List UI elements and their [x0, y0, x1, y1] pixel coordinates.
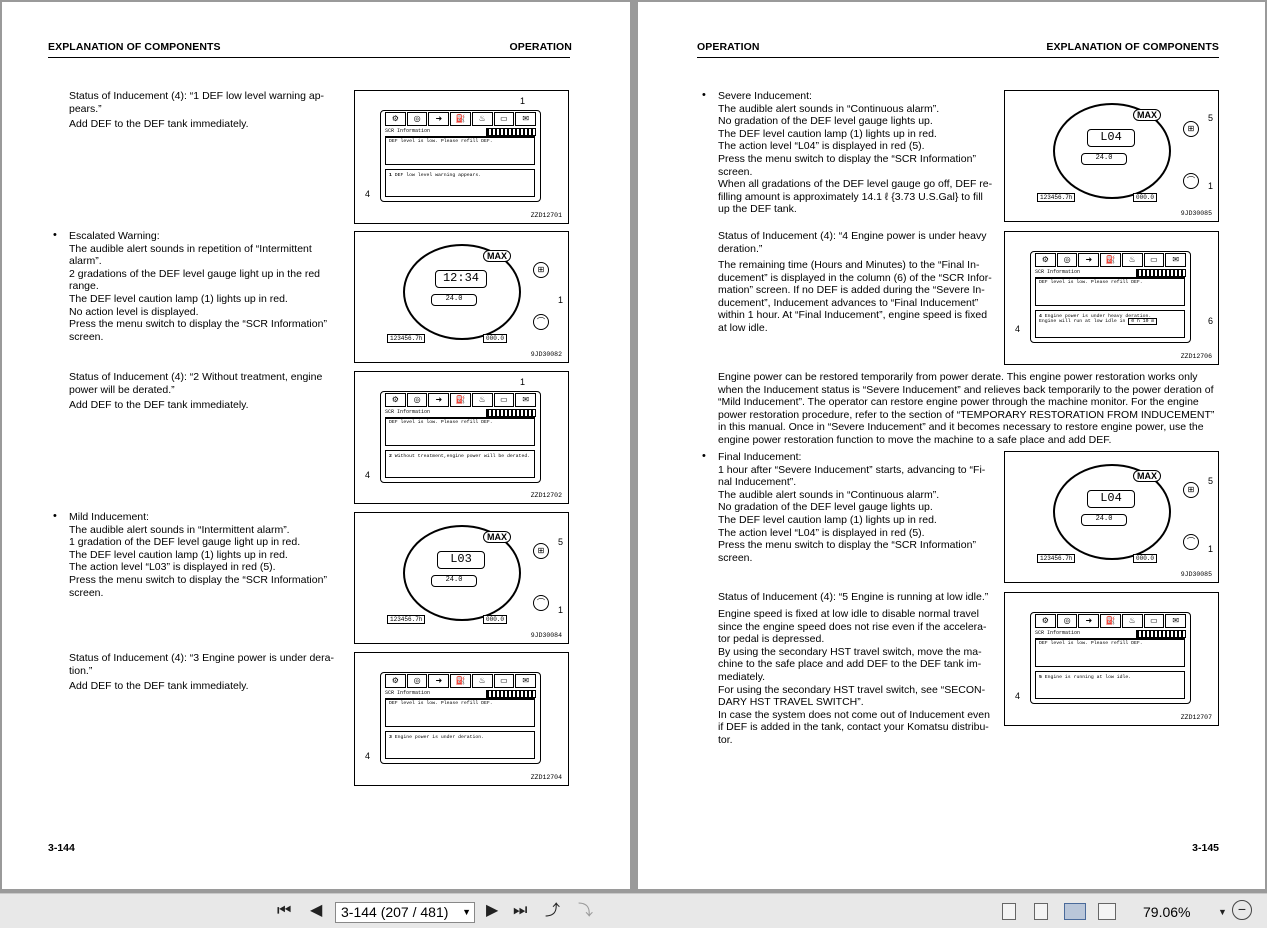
scr-status: 2 Without treatment,engine power will be… [385, 450, 535, 478]
header-rule [48, 57, 570, 58]
section-status-5: Status of Inducement (4): “5 Engine is r… [718, 591, 989, 603]
scr-message: DEF level is low. Please refill DEF. [385, 137, 535, 165]
hour-meter: 123456.7h [1037, 193, 1076, 202]
bullet: • [702, 450, 706, 462]
section-severe-inducement: Severe Inducement: The audible alert soun… [718, 90, 993, 216]
page-right: OPERATION EXPLANATION OF COMPONENTS • Se… [638, 2, 1265, 889]
zoom-level[interactable]: 79.06% [1143, 904, 1190, 920]
chevron-down-icon[interactable]: ▼ [462, 903, 471, 922]
hour-meter: 123456.7h [387, 615, 426, 624]
bullet: • [53, 229, 57, 241]
fuel-display: 24.0 [431, 294, 477, 306]
figure-scr-3: ⚙ ◎ ➜ ⛽ ♨ ▭ ✉ SCR Information DEF level is low… [354, 652, 569, 786]
side-icon: ⌒ [533, 314, 549, 330]
figure-gauge-4: L04 MAX ⊞ ⌒ 24.0 123456.7h 000.0 5 1 9JD… [1004, 451, 1219, 583]
fuel-display: 24.0 [1081, 153, 1127, 165]
rotate-icon[interactable]: ⤴ [545, 901, 560, 921]
scr-status: 4 Engine power is under heavy deration. E… [1035, 310, 1185, 338]
side-icon: ⊞ [533, 262, 549, 278]
scr-message: DEF level is low. Please refill DEF. [385, 418, 535, 446]
scr-message: DEF level is low. Please refill DEF. [385, 699, 535, 727]
speed-display: 000.0 [1133, 193, 1158, 202]
viewer-toolbar: ⏮ ◀ 3-144 (207 / 481) ▼ ▶ ⏭ ⤴ ⤵ 79.06% ▼… [0, 893, 1267, 928]
speed-display: 000.0 [1133, 554, 1158, 563]
last-page-icon[interactable]: ⏭ [513, 901, 527, 921]
max-indicator: MAX [1133, 109, 1161, 121]
rotate-back-icon[interactable]: ⤵ [578, 901, 593, 921]
first-page-icon[interactable]: ⏮ [277, 901, 291, 921]
scr-status: 1 DEF low level warning appears. [385, 169, 535, 197]
header-left: OPERATION [697, 41, 760, 53]
header-right: EXPLANATION OF COMPONENTS [1046, 41, 1219, 53]
def-level-bar [486, 409, 536, 417]
speed-display: 000.0 [483, 334, 508, 343]
prev-page-icon[interactable]: ◀ [310, 901, 322, 921]
figure-code: 9JD30085 [1180, 571, 1212, 578]
section-escalated-warning: Escalated Warning: The audible alert soun… [69, 230, 327, 343]
zoom-dropdown-icon[interactable]: ▼ [1218, 902, 1227, 922]
two-page-view-icon[interactable] [1064, 903, 1086, 920]
figure-scr-4: ⚙ ◎ ➜ ⛽ ♨ ▭ ✉ SCR Information DEF level is low… [1004, 231, 1219, 365]
section-status-1: Status of Inducement (4): “1 DEF low lev… [69, 90, 325, 131]
next-page-icon[interactable]: ▶ [486, 901, 498, 921]
figure-code: ZZD12706 [1180, 353, 1212, 360]
figure-code: ZZD12702 [530, 492, 562, 499]
figure-code: ZZD12707 [1180, 714, 1212, 721]
def-level-bar [486, 128, 536, 136]
figure-gauge-3: L04 MAX ⊞ ⌒ 24.0 123456.7h 000.0 5 1 9JD… [1004, 90, 1219, 222]
page-number-field[interactable]: 3-144 (207 / 481) ▼ [335, 902, 475, 923]
section-status-3: Status of Inducement (4): “3 Engine powe… [69, 652, 334, 693]
header-right: OPERATION [509, 41, 572, 53]
figure-scr-5: ⚙ ◎ ➜ ⛽ ♨ ▭ ✉ SCR Information DEF level is low… [1004, 592, 1219, 726]
scr-status: 3 Engine power is under deration. [385, 731, 535, 759]
figure-code: 9JD30082 [530, 351, 562, 358]
max-indicator: MAX [483, 531, 511, 543]
page-left: EXPLANATION OF COMPONENTS OPERATION Stat… [2, 2, 630, 889]
gauge-display: L03 [437, 551, 485, 569]
section-status-4: Status of Inducement (4): “4 Engine powe… [718, 230, 987, 255]
two-page-continuous-view-icon[interactable] [1098, 903, 1116, 920]
section-mild-inducement: Mild Inducement: The audible alert sounds… [69, 511, 327, 599]
figure-scr-2: ⚙ ◎ ➜ ⛽ ♨ ▭ ✉ SCR Information DEF level is low… [354, 371, 569, 504]
figure-scr-1: ⚙ ◎ ➜ ⛽ ♨ ▭ ✉ SCR Information DEF level is low… [354, 90, 569, 224]
section-low-idle: Engine speed is fixed at low idle to dis… [718, 608, 990, 746]
figure-code: ZZD12701 [530, 212, 562, 219]
hour-meter: 123456.7h [1037, 554, 1076, 563]
scr-message: DEF level is low. Please refill DEF. [1035, 278, 1185, 306]
figure-gauge-2: L03 MAX ⊞ ⌒ 24.0 123456.7h 000.0 5 1 9JD… [354, 512, 569, 644]
figure-code: ZZD12704 [530, 774, 562, 781]
zoom-out-icon[interactable]: − [1232, 900, 1252, 920]
gauge-display: 12:34 [435, 270, 487, 288]
scr-screen: ⚙ ◎ ➜ ⛽ ♨ ▭ ✉ SCR Information DEF level is low… [380, 110, 541, 202]
section-power-restoration: Engine power can be restored temporarily… [718, 371, 1215, 446]
figure-gauge-1: 12:34 MAX ⊞ ⌒ 24.0 123456.7h 000.0 1 9JD… [354, 231, 569, 363]
scr-message: DEF level is low. Please refill DEF. [1035, 639, 1185, 667]
speed-display: 000.0 [483, 615, 508, 624]
fuel-display: 24.0 [431, 575, 477, 587]
page-number: 3-145 [1192, 842, 1219, 854]
header-rule [697, 57, 1219, 58]
max-indicator: MAX [483, 250, 511, 262]
figure-code: 9JD30085 [1180, 210, 1212, 217]
bullet: • [702, 89, 706, 101]
bullet: • [53, 510, 57, 522]
scr-status: 5 Engine is running at low idle. [1035, 671, 1185, 699]
continuous-view-icon[interactable] [1034, 903, 1048, 920]
gauge-display: L04 [1087, 129, 1135, 147]
remaining-time: 0 h 10 m [1128, 318, 1158, 325]
max-indicator: MAX [1133, 470, 1161, 482]
scr-icon-row: ⚙ ◎ ➜ ⛽ ♨ ▭ ✉ [385, 112, 537, 126]
single-page-view-icon[interactable] [1002, 903, 1016, 920]
header-left: EXPLANATION OF COMPONENTS [48, 41, 221, 53]
hour-meter: 123456.7h [387, 334, 426, 343]
section-status-2: Status of Inducement (4): “2 Without tre… [69, 371, 323, 412]
gauge-display: L04 [1087, 490, 1135, 508]
page-number: 3-144 [48, 842, 75, 854]
figure-code: 9JD30084 [530, 632, 562, 639]
section-remaining-time: The remaining time (Hours and Minutes) t… [718, 259, 992, 334]
fuel-display: 24.0 [1081, 514, 1127, 526]
section-final-inducement: Final Inducement: 1 hour after “Severe In… [718, 451, 986, 564]
